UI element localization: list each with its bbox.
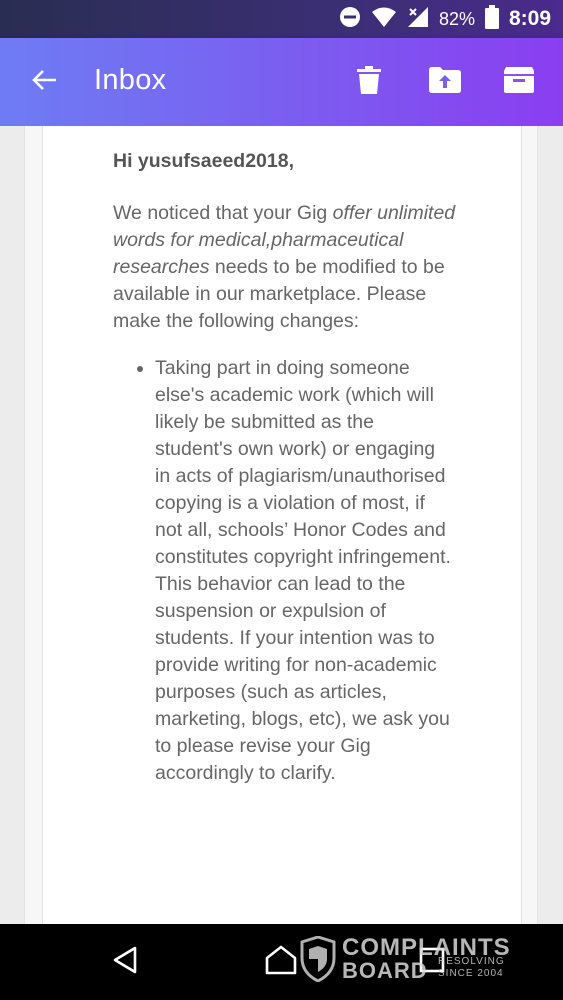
delete-button[interactable] [347, 60, 391, 104]
watermark-tag1: RESOLVING [438, 956, 505, 967]
watermark-tagline: RESOLVING SINCE 2004 [438, 956, 505, 980]
archive-button[interactable] [497, 60, 541, 104]
delete-icon [357, 65, 381, 99]
move-to-folder-icon [429, 66, 461, 98]
list-item: Taking part in doing someone else's acad… [137, 355, 455, 787]
email-body: Hi yusufsaeed2018, We noticed that your … [113, 148, 458, 787]
status-bar: 82% 8:09 [0, 0, 563, 38]
page-title: Inbox [94, 64, 167, 96]
email-intro: We noticed that your Gig offer unlimited… [113, 200, 458, 335]
battery-percent: 82% [438, 8, 475, 29]
app-bar: Inbox [0, 38, 563, 126]
back-triangle-icon [112, 946, 138, 979]
changes-list: Taking part in doing someone else's acad… [137, 355, 455, 787]
watermark-tag2: SINCE 2004 [438, 968, 504, 979]
bullet-icon [137, 366, 143, 372]
email-greeting: Hi yusufsaeed2018, [113, 150, 295, 172]
watermark-line2: BOARD [342, 958, 428, 983]
archive-icon [504, 66, 534, 98]
move-to-folder-button[interactable] [423, 60, 467, 104]
signal-icon [407, 6, 429, 33]
message-content[interactable]: Hi yusufsaeed2018, We noticed that your … [0, 126, 563, 924]
nav-home-button[interactable] [259, 940, 303, 984]
arrow-left-icon [30, 68, 58, 97]
wifi-icon [371, 6, 397, 33]
nav-back-button[interactable] [103, 940, 147, 984]
home-icon [264, 945, 298, 980]
watermark-logo: COMPLAINTS BOARD RESOLVING SINCE 2004 [300, 932, 520, 988]
status-icons: 82% 8:09 [339, 0, 551, 38]
clock: 8:09 [508, 7, 551, 30]
do-not-disturb-icon [339, 6, 361, 33]
list-item-text: Taking part in doing someone else's acad… [155, 357, 451, 784]
shield-icon [300, 935, 336, 987]
back-button[interactable] [22, 60, 66, 104]
battery-icon [484, 4, 499, 34]
intro-text-before: We noticed that your Gig [113, 202, 333, 224]
